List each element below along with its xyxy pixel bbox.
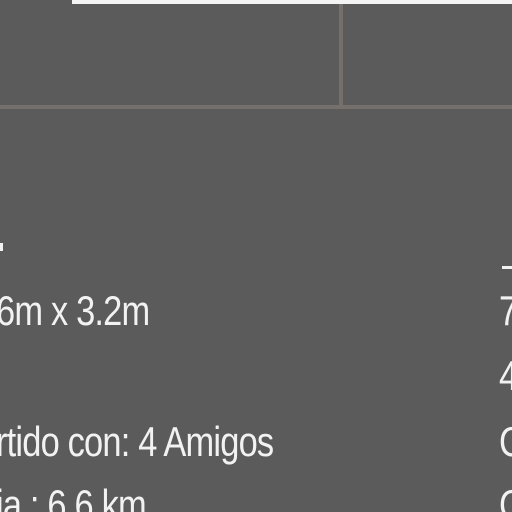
detail-panel: 6m x 3.2m rtido con: 4 Amigos ia : 6.6 k… — [0, 0, 512, 512]
detail-size-text: 6m x 3.2m — [0, 287, 150, 334]
detail-shared-text: rtido con: 4 Amigos — [0, 418, 274, 465]
right-column-value-1: 7 — [499, 290, 512, 332]
dash-mark — [502, 266, 512, 269]
grid-divider-horizontal — [0, 105, 512, 109]
clipped-glyph-mark — [0, 243, 3, 251]
right-column-value-3: C — [499, 421, 512, 463]
detail-distance-text: ia : 6.6 km — [0, 481, 147, 512]
right-column-value-2: 4 — [499, 355, 512, 397]
grid-divider-vertical — [339, 4, 343, 107]
top-accent-bar — [72, 0, 512, 4]
right-column-value-4: C — [499, 484, 512, 512]
